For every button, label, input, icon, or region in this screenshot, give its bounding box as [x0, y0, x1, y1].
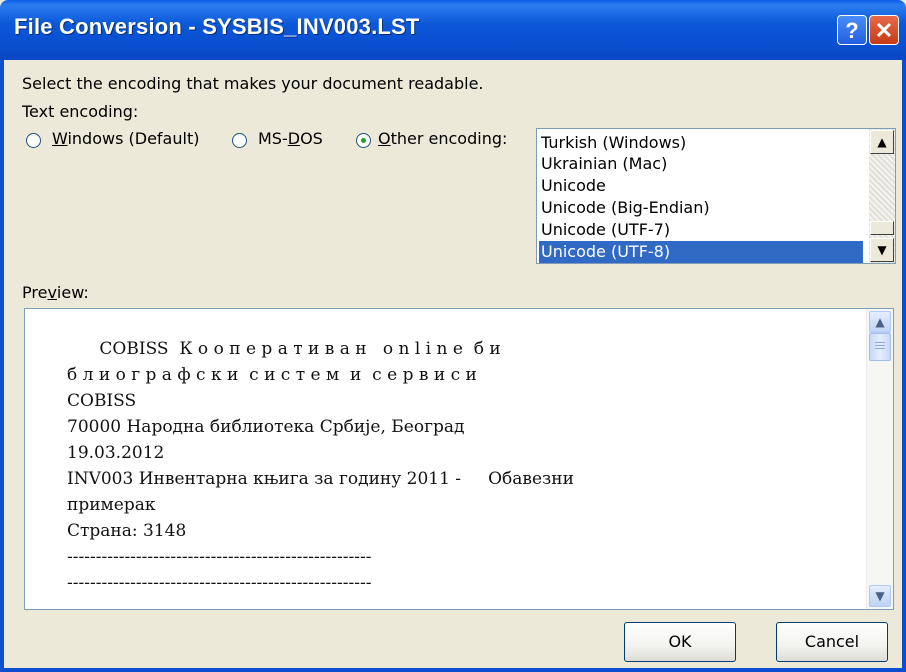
scrollbar-thumb[interactable]	[869, 333, 891, 361]
preview-line: COBISS К о о п е р а т и в а н o n l i n…	[67, 339, 501, 359]
preview-line: ----------------------------------------…	[67, 547, 372, 567]
preview-line: 19.03.2012	[67, 443, 165, 463]
ms-dos-pre: MS-	[258, 129, 288, 148]
ms-dos-radio[interactable]	[232, 133, 247, 148]
ok-button[interactable]: OK	[624, 622, 736, 662]
windows-default-label[interactable]: Windows (Default)	[52, 129, 199, 148]
preview-label: Preview:	[22, 283, 89, 302]
instructions-text: Select the encoding that makes your docu…	[22, 74, 484, 93]
encoding-item[interactable]: Unicode (UTF-7)	[541, 219, 670, 241]
scrollbar-thumb[interactable]	[870, 221, 894, 235]
windows-mnemonic: W	[52, 129, 68, 148]
preview-line: б л и о г р а ф с к и с и с т е м и с е …	[67, 365, 477, 385]
preview-label-pre: Pre	[22, 283, 48, 302]
preview-line: COBISS	[67, 391, 137, 411]
preview-label-rest: iew:	[56, 283, 89, 302]
preview-line: INV003 Инвентарна књига за годину 2011 -…	[67, 469, 574, 489]
other-mnemonic: O	[378, 129, 391, 148]
window-frame-bottom	[0, 668, 906, 672]
windows-default-radio[interactable]	[26, 133, 41, 148]
title-bar[interactable]: File Conversion - SYSBIS_INV003.LST ? ✕	[0, 0, 906, 60]
encoding-item-selected[interactable]: Unicode (UTF-8)	[539, 241, 863, 263]
encoding-item[interactable]: Ukrainian (Mac)	[541, 153, 667, 175]
ms-dos-mnemonic: D	[287, 129, 301, 148]
preview-line: 70000 Народна библиотека Србије, Београд	[67, 417, 465, 437]
help-button[interactable]: ?	[837, 15, 867, 45]
ms-dos-label[interactable]: MS-DOS	[258, 129, 323, 148]
window-title: File Conversion - SYSBIS_INV003.LST	[14, 14, 420, 39]
other-encoding-radio[interactable]	[356, 133, 371, 148]
preview-line: Страна: 3148	[67, 521, 187, 541]
encoding-item[interactable]: Unicode (Big-Endian)	[541, 197, 710, 219]
preview-pane[interactable]: COBISS К о о п е р а т и в а н o n l i n…	[24, 308, 894, 610]
scroll-down-arrow-icon[interactable]: ▼	[869, 585, 891, 607]
scroll-up-arrow-icon[interactable]: ▲	[869, 311, 891, 333]
preview-mnemonic: v	[47, 283, 57, 302]
scroll-down-arrow-icon[interactable]: ▼	[870, 238, 894, 262]
windows-label-text: indows (Default)	[67, 129, 200, 148]
cancel-button[interactable]: Cancel	[776, 622, 888, 662]
encoding-item[interactable]: Unicode	[541, 175, 606, 197]
encoding-item[interactable]: Turkish (Windows)	[541, 132, 686, 154]
scroll-up-arrow-icon[interactable]: ▲	[870, 130, 894, 154]
other-encoding-label[interactable]: Other encoding:	[378, 129, 507, 148]
preview-scrollbar[interactable]: ▲ ▼	[866, 309, 893, 609]
text-encoding-label: Text encoding:	[22, 102, 139, 121]
ms-dos-rest: OS	[300, 129, 323, 148]
encoding-listbox[interactable]: Turkish (Windows) Ukrainian (Mac) Unicod…	[536, 128, 896, 264]
window-frame-left	[0, 60, 4, 672]
preview-line: ----------------------------------------…	[67, 573, 372, 593]
window-frame-right	[902, 60, 906, 672]
close-button[interactable]: ✕	[869, 15, 899, 45]
other-label-text: ther encoding:	[390, 129, 508, 148]
encoding-list-scrollbar[interactable]: ▲ ▼	[869, 129, 895, 263]
preview-line: примерак	[67, 495, 156, 515]
